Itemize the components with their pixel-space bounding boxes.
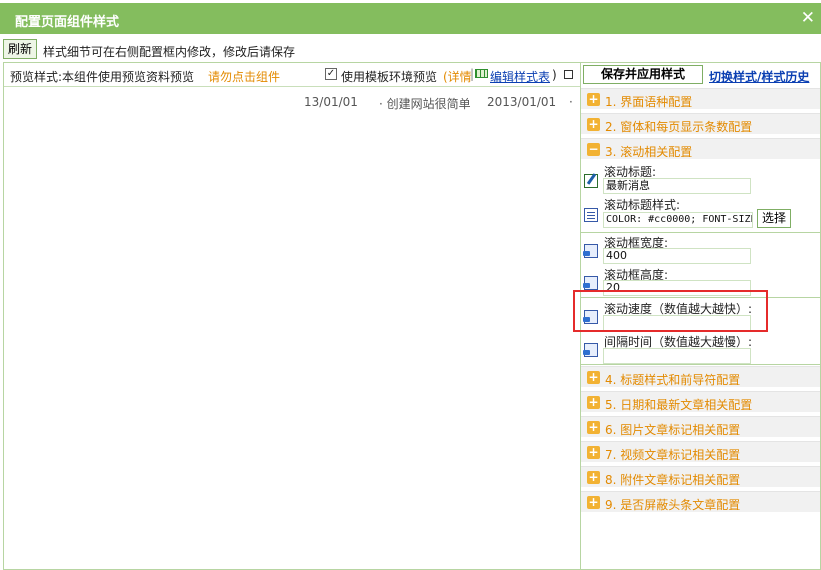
select-style-button[interactable]: 选择 [757, 209, 791, 228]
close-icon[interactable]: ✕ [801, 8, 815, 28]
plus-icon: + [587, 117, 600, 131]
plus-icon: + [587, 92, 600, 106]
dialog-titlebar: 配置页面组件样式 ✕ [0, 3, 821, 34]
scroll-title-style-input[interactable]: COLOR: #cc0000; FONT-SIZE: 12px [603, 212, 753, 228]
preview-label: 预览样式:本组件使用预览资料预览 [10, 70, 195, 84]
section-label: 3. 滚动相关配置 [605, 145, 693, 159]
section-2-window[interactable]: + 2. 窗体和每页显示条数配置 [581, 113, 820, 135]
section-7-video[interactable]: + 7. 视频文章标记相关配置 [581, 441, 820, 463]
section-label: 5. 日期和最新文章相关配置 [605, 398, 753, 412]
section-1-language[interactable]: + 1. 界面语种配置 [581, 88, 820, 110]
divider [581, 364, 820, 365]
section-label: 4. 标题样式和前导符配置 [605, 373, 741, 387]
minimize-icon[interactable] [564, 70, 573, 79]
section-8-attachment[interactable]: + 8. 附件文章标记相关配置 [581, 466, 820, 488]
preview-header: 预览样式:本组件使用预览资料预览 请勿点击组件 ✓ 使用模板环境预览 (详情 |… [4, 63, 580, 87]
section-4-title-style[interactable]: + 4. 标题样式和前导符配置 [581, 366, 820, 388]
section-6-image[interactable]: + 6. 图片文章标记相关配置 [581, 416, 820, 438]
plus-icon: + [587, 370, 600, 384]
interval-input[interactable] [603, 348, 751, 364]
section-label: 1. 界面语种配置 [605, 95, 693, 109]
toolbar-hint: 样式细节可在右侧配置框内修改，修改后请保存 [43, 45, 296, 59]
dialog-title: 配置页面组件样式 [15, 15, 120, 30]
plus-icon: + [587, 420, 600, 434]
marquee-date-right: 2013/01/01 [487, 95, 557, 109]
marquee-tail: · [569, 95, 573, 109]
section-label: 6. 图片文章标记相关配置 [605, 423, 741, 437]
section-label: 8. 附件文章标记相关配置 [605, 473, 741, 487]
minus-icon: − [587, 142, 600, 156]
section-3-scroll[interactable]: − 3. 滚动相关配置 [581, 138, 820, 160]
divider [581, 232, 820, 233]
separator: | [470, 67, 475, 81]
section-label: 7. 视频文章标记相关配置 [605, 448, 741, 462]
marquee-title: · 创建网站很简单 [379, 97, 471, 111]
page-icon [583, 244, 598, 258]
scroll-title-input[interactable]: 最新消息 [603, 178, 751, 194]
refresh-button[interactable]: 刷新 [3, 39, 38, 59]
edit-stylesheet-link[interactable]: 编辑样式表 [490, 68, 550, 85]
document-icon [584, 208, 598, 222]
highlight-box [573, 290, 768, 332]
page-icon [583, 343, 598, 357]
detail-close-paren: ) [552, 68, 557, 82]
use-template-label[interactable]: 使用模板环境预览 [341, 68, 437, 85]
section-9-headline[interactable]: + 9. 是否屏蔽头条文章配置 [581, 491, 820, 513]
plus-icon: + [587, 395, 600, 409]
box-width-input[interactable]: 400 [603, 248, 751, 264]
section-5-date[interactable]: + 5. 日期和最新文章相关配置 [581, 391, 820, 413]
save-apply-button[interactable]: 保存并应用样式 [583, 65, 703, 84]
style-history-link[interactable]: 切换样式/样式历史 [709, 68, 809, 85]
preview-pane: 预览样式:本组件使用预览资料预览 请勿点击组件 ✓ 使用模板环境预览 (详情 |… [3, 62, 580, 570]
section-label: 9. 是否屏蔽头条文章配置 [605, 498, 741, 512]
toolbar: 刷新 样式细节可在右侧配置框内修改，修改后请保存 [3, 38, 821, 62]
preview-marquee: 13/01/01 · 创建网站很简单 2013/01/01 · [4, 95, 579, 111]
marquee-date-left: 13/01/01 [304, 95, 358, 109]
edit-icon [584, 174, 598, 188]
preview-warning: 请勿点击组件 [208, 70, 281, 84]
plus-icon: + [587, 470, 600, 484]
plus-icon: + [587, 495, 600, 509]
use-template-checkbox[interactable]: ✓ [325, 68, 337, 80]
page-icon [583, 276, 598, 290]
plus-icon: + [587, 445, 600, 459]
scroll-title-style-label: 滚动标题样式: [604, 198, 681, 212]
stylesheet-icon [475, 69, 488, 78]
section-label: 2. 窗体和每页显示条数配置 [605, 120, 753, 134]
detail-link[interactable]: (详情 [443, 68, 472, 85]
